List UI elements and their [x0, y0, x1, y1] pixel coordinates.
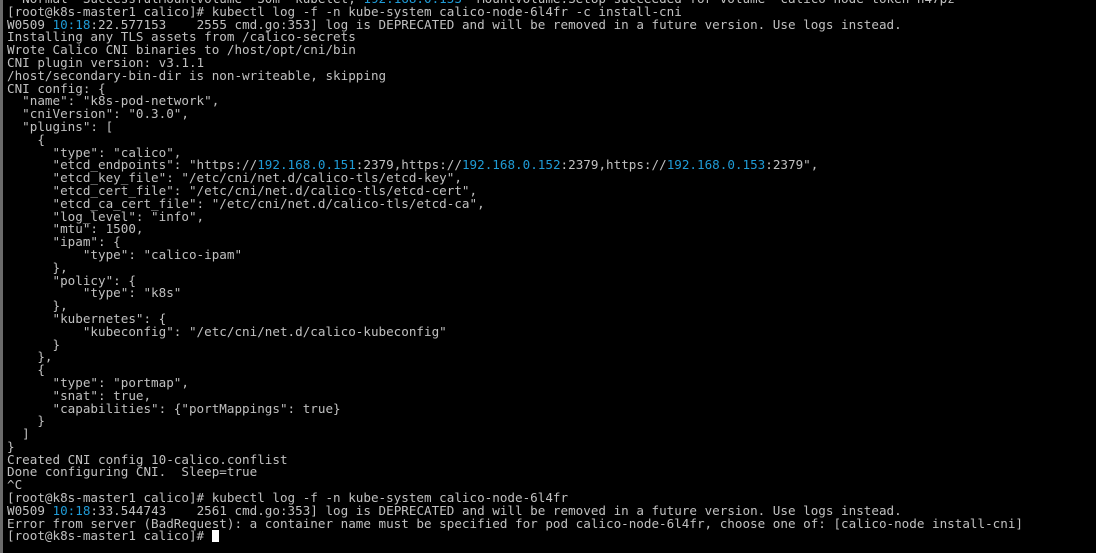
terminal-line: "capabilities": {"portMappings": true}	[7, 400, 1023, 416]
terminal-text: "kubeconfig": "/etc/cni/net.d/calico-kub…	[7, 323, 447, 339]
terminal-line: "type": "k8s"	[7, 286, 1023, 300]
terminal-line: /host/secondary-bin-dir is non-writeable…	[7, 69, 1023, 83]
terminal-line: "plugins": [	[7, 120, 1023, 134]
terminal-line: }	[7, 338, 1023, 352]
terminal-text: "capabilities": {"portMappings": true}	[7, 400, 341, 416]
terminal-text: :2379,https://	[560, 157, 667, 173]
terminal-line: Done configuring CNI. Sleep=true	[7, 466, 1023, 479]
terminal-line: "cniVersion": "0.3.0",	[7, 107, 1023, 121]
terminal-line: }	[7, 414, 1023, 428]
terminal-line: },	[7, 350, 1023, 364]
text-cursor[interactable]	[211, 530, 219, 543]
terminal-line: "type": "calico-ipam"	[7, 248, 1023, 262]
terminal-line: ]	[7, 427, 1023, 441]
terminal-line: "type": "portmap",	[7, 376, 1023, 390]
terminal-line: "mtu": 1500,	[7, 222, 1023, 236]
highlighted-text: 192.168.0.152	[461, 157, 561, 173]
highlighted-text: 192.168.0.153	[666, 157, 766, 173]
terminal-window[interactable]: Normal SuccessfulMountVolume 30m kubelet…	[0, 0, 1096, 553]
terminal-line: },	[7, 261, 1023, 275]
terminal-line: "log_level": "info",	[7, 210, 1023, 224]
terminal-text: Done configuring CNI. Sleep=true	[7, 464, 258, 480]
terminal-line: "kubeconfig": "/etc/cni/net.d/calico-kub…	[7, 323, 1023, 339]
terminal-text: [root@k8s-master1 calico]#	[7, 528, 212, 544]
terminal-text: :2379",	[765, 157, 819, 173]
terminal-line: [root@k8s-master1 calico]#	[7, 530, 1023, 543]
terminal-output: Normal SuccessfulMountVolume 30m kubelet…	[7, 0, 1023, 543]
